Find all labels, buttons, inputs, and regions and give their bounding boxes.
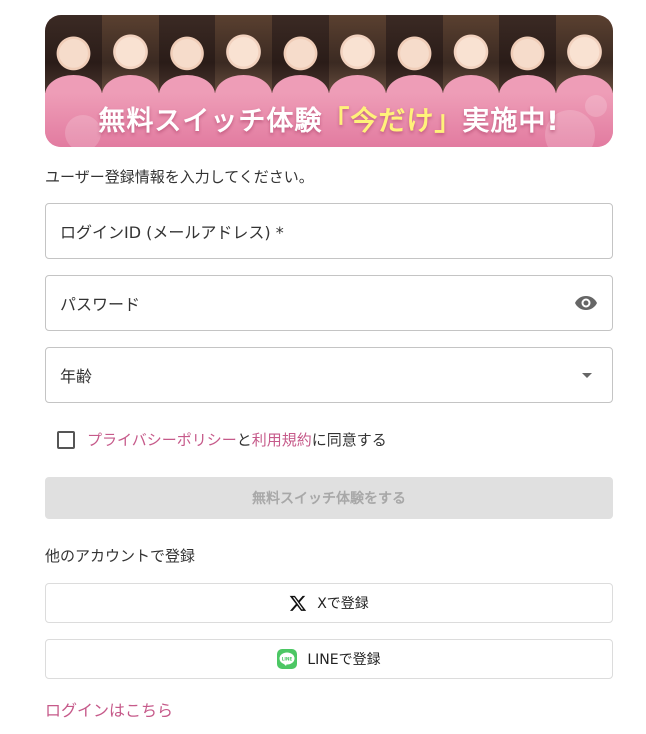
banner-title: 無料スイッチ体験「今だけ」実施中! — [45, 99, 613, 138]
privacy-policy-link[interactable]: プライバシーポリシー — [87, 429, 237, 450]
agreement-row: プライバシーポリシー と 利用規約 に同意する — [57, 429, 387, 450]
line-register-label: LINEで登録 — [307, 652, 381, 668]
login-id-field[interactable]: ログインID (メールアドレス) * — [45, 203, 613, 259]
login-link[interactable]: ログインはこちら — [45, 697, 173, 721]
banner-title-suffix: 実施中! — [462, 106, 560, 137]
promo-banner[interactable]: 無料スイッチ体験「今だけ」実施中! — [45, 15, 613, 147]
agree-suffix: に同意する — [311, 431, 387, 449]
registration-page: 無料スイッチ体験「今だけ」実施中! ユーザー登録情報を入力してください。 ログイ… — [0, 0, 646, 734]
x-register-label: Xで登録 — [317, 596, 369, 612]
social-heading: 他のアカウントで登録 — [45, 547, 196, 565]
submit-button[interactable]: 無料スイッチ体験をする — [45, 477, 613, 519]
banner-title-highlight: 「今だけ」 — [322, 106, 463, 137]
agree-checkbox[interactable] — [57, 430, 75, 449]
and-text: と — [236, 431, 252, 449]
line-logo-icon: LINE — [277, 649, 298, 669]
line-register-button[interactable]: LINE LINEで登録 — [45, 639, 613, 679]
login-id-placeholder: ログインID (メールアドレス) * — [60, 223, 284, 242]
chevron-down-icon — [582, 372, 592, 378]
terms-link[interactable]: 利用規約 — [252, 429, 312, 450]
form-intro: ユーザー登録情報を入力してください。 — [45, 168, 314, 186]
password-field[interactable]: パスワード — [45, 275, 613, 331]
password-placeholder: パスワード — [60, 295, 141, 314]
line-logo-text: LINE — [282, 656, 293, 661]
age-select[interactable]: 年齢 — [45, 347, 613, 403]
x-logo-icon — [289, 595, 307, 611]
age-placeholder: 年齢 — [60, 367, 93, 386]
x-register-button[interactable]: Xで登録 — [45, 583, 613, 623]
banner-title-main: 無料スイッチ体験 — [98, 106, 323, 137]
eye-icon[interactable] — [574, 291, 598, 315]
